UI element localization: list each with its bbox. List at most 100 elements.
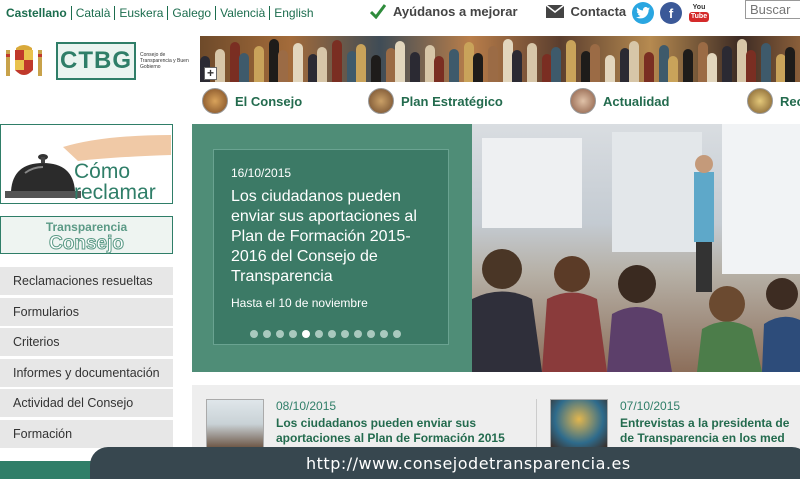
slide-dot[interactable] xyxy=(380,330,388,338)
banner-figure xyxy=(605,55,615,82)
nav-thumb-image xyxy=(747,88,773,114)
banner-figure xyxy=(668,56,678,82)
search-input[interactable] xyxy=(745,0,800,19)
news-title[interactable]: Los ciudadanos pueden enviar sus aportac… xyxy=(276,416,505,446)
news-separator xyxy=(536,399,537,449)
spain-coat-of-arms-icon xyxy=(4,40,44,82)
help-improve-link[interactable]: Ayúdanos a mejorar xyxy=(370,3,518,19)
social-links: f You Tube xyxy=(632,2,710,24)
top-links: Ayúdanos a mejorar Contacta xyxy=(370,3,654,19)
banner-figure xyxy=(410,52,420,82)
contact-link[interactable]: Contacta xyxy=(545,3,627,19)
twitter-icon[interactable] xyxy=(632,2,654,24)
banner-figure xyxy=(512,50,522,82)
slide-dot[interactable] xyxy=(328,330,336,338)
youtube-icon[interactable]: You Tube xyxy=(688,2,710,24)
banner-figure xyxy=(488,46,498,82)
banner-figure xyxy=(551,47,561,82)
banner-figure xyxy=(590,44,600,82)
side-item-formacion[interactable]: Formación xyxy=(0,419,173,448)
banner-figure xyxy=(449,49,459,82)
slide-caption-box[interactable]: 16/10/2015 Los ciudadanos pueden enviar … xyxy=(213,149,449,345)
lang-galego[interactable]: Galego xyxy=(167,6,215,20)
ctbg-logo[interactable]: CTBG Consejo de Transparencia y Buen Gob… xyxy=(56,40,196,82)
banner-figure xyxy=(332,40,342,82)
slide-dot[interactable] xyxy=(393,330,401,338)
banner-figure xyxy=(293,43,303,82)
banner-figure xyxy=(278,50,288,82)
banner-figure xyxy=(356,44,366,82)
nav-item-rec[interactable]: Rec xyxy=(747,88,800,114)
slide-pagination-dots xyxy=(250,330,401,338)
banner-figure xyxy=(785,47,795,82)
lang-euskera[interactable]: Euskera xyxy=(114,6,167,20)
como-reclamar-label: Cómo reclamar xyxy=(74,160,156,204)
slide-dot[interactable] xyxy=(315,330,323,338)
banner-figure xyxy=(473,53,483,82)
banner-figure xyxy=(395,41,405,82)
url-overlay: http://www.consejodetransparencia.es xyxy=(90,447,800,479)
slide-date: 16/10/2015 xyxy=(231,166,292,180)
nav-thumb-image xyxy=(368,88,394,114)
slide-dot[interactable] xyxy=(263,330,271,338)
side-item-actividad[interactable]: Actividad del Consejo xyxy=(0,389,173,417)
side-item-formularios[interactable]: Formularios xyxy=(0,297,173,326)
lang-valencia[interactable]: Valencià xyxy=(215,6,269,20)
slide-dot[interactable] xyxy=(341,330,349,338)
news-date: 08/10/2015 xyxy=(276,399,337,413)
news-thumbnail xyxy=(206,399,264,449)
help-improve-label: Ayúdanos a mejorar xyxy=(393,3,518,19)
news-thumbnail xyxy=(550,399,608,449)
banner-figure xyxy=(566,40,576,82)
slide-dot[interactable] xyxy=(276,330,284,338)
side-item-informes[interactable]: Informes y documentación xyxy=(0,358,173,387)
banner-figure xyxy=(629,41,639,82)
banner-figure xyxy=(434,56,444,82)
banner-figure xyxy=(644,52,654,82)
slide-dot[interactable] xyxy=(367,330,375,338)
slide-dot[interactable] xyxy=(250,330,258,338)
slide-dot[interactable] xyxy=(289,330,297,338)
lang-catala[interactable]: Català xyxy=(70,6,115,20)
side-item-criterios[interactable]: Criterios xyxy=(0,328,173,356)
slide-photo-image xyxy=(472,124,800,372)
slide-dot[interactable] xyxy=(354,330,362,338)
banner-figure xyxy=(746,50,756,82)
ctbg-name: Consejo de Transparencia y Buen Gobierno xyxy=(140,52,189,70)
news-item[interactable]: 07/10/2015 Entrevistas a la presidenta d… xyxy=(550,385,789,449)
checkmark-icon xyxy=(370,3,386,19)
transparencia-consejo-box[interactable]: Transparencia Consejo xyxy=(0,216,173,254)
banner-figure xyxy=(239,53,249,82)
slide-dot[interactable] xyxy=(302,330,310,338)
slide-title[interactable]: Los ciudadanos pueden enviar sus aportac… xyxy=(231,187,441,287)
banner-figure xyxy=(371,55,381,82)
ctbg-acronym: CTBG xyxy=(56,42,136,80)
side-green-block xyxy=(0,461,100,479)
facebook-icon[interactable]: f xyxy=(660,2,682,24)
banner-figure xyxy=(254,46,264,82)
language-bar: Castellano Català Euskera Galego Valenci… xyxy=(6,6,318,20)
banner-figure xyxy=(317,47,327,82)
news-item[interactable]: 08/10/2015 Los ciudadanos pueden enviar … xyxy=(206,385,505,449)
news-title[interactable]: Entrevistas a la presidenta de de Transp… xyxy=(620,416,789,446)
envelope-icon xyxy=(545,4,564,18)
news-slider: 16/10/2015 Los ciudadanos pueden enviar … xyxy=(192,124,800,372)
lang-english[interactable]: English xyxy=(269,6,317,20)
nav-thumb-image xyxy=(570,88,596,114)
banner-figure xyxy=(722,46,732,82)
contact-label: Contacta xyxy=(570,3,627,19)
nav-item-el-consejo[interactable]: El Consejo xyxy=(202,88,302,114)
banner-figure xyxy=(527,43,537,82)
banner-figure xyxy=(707,53,717,82)
consejo-label: Consejo xyxy=(49,233,125,254)
nav-item-actualidad[interactable]: Actualidad xyxy=(570,88,669,114)
slide-subtitle: Hasta el 10 de noviembre xyxy=(231,296,368,310)
banner-figure xyxy=(761,43,771,82)
side-menu: Reclamaciones resueltas Formularios Crit… xyxy=(0,267,173,450)
banner-figure xyxy=(683,49,693,82)
expand-plus-icon[interactable]: + xyxy=(204,67,217,80)
side-item-reclamaciones[interactable]: Reclamaciones resueltas xyxy=(0,267,173,295)
como-reclamar-box[interactable]: Cómo reclamar xyxy=(0,124,173,204)
lang-castellano[interactable]: Castellano xyxy=(6,6,71,20)
nav-item-plan-estrategico[interactable]: Plan Estratégico xyxy=(368,88,503,114)
